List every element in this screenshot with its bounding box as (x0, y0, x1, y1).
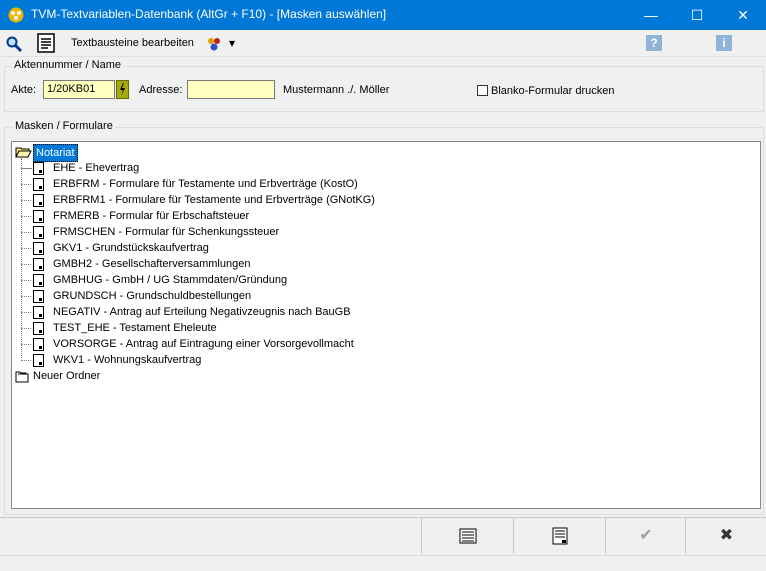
search-icon[interactable] (5, 33, 23, 55)
tree-item-label[interactable]: GRUNDSCH - Grundschuldbestellungen (53, 288, 251, 304)
tree-branch-line (21, 200, 31, 201)
title-bar: TVM-Textvariablen-Datenbank (AltGr + F10… (0, 0, 766, 30)
document-icon (33, 354, 44, 367)
tree-item-label[interactable]: VORSORGE - Antrag auf Eintragung einer V… (53, 336, 354, 352)
masken-group-label: Masken / Formulare (13, 120, 115, 132)
document-icon (33, 338, 44, 351)
ok-button[interactable]: ✔ (605, 518, 686, 554)
tree-item-label[interactable]: WKV1 - Wohnungskaufvertrag (53, 352, 201, 368)
app-icon (8, 7, 24, 23)
aktennummer-group-label: Aktennummer / Name (12, 59, 123, 71)
tree-branch-line (21, 216, 31, 217)
list-icon (459, 528, 477, 544)
blanko-label[interactable]: Blanko-Formular drucken (491, 85, 615, 97)
document-icon (33, 322, 44, 335)
akte-label: Akte: (11, 84, 37, 96)
document-icon (33, 242, 44, 255)
document-icon (33, 226, 44, 239)
tree-branch-line (21, 280, 31, 281)
status-bar (0, 555, 766, 571)
tree-item-label[interactable]: ERBFRM1 - Formulare für Testamente und E… (53, 192, 375, 208)
document-icon (33, 306, 44, 319)
masken-tree[interactable]: Notariat EHE - Ehevertrag ERBFRM - Formu… (11, 141, 761, 509)
document-icon (33, 258, 44, 271)
toolbar: Textbausteine bearbeiten ▾ ? i (0, 30, 766, 57)
adresse-label: Adresse: (139, 84, 183, 96)
tree-branch-line (21, 232, 31, 233)
document-icon (552, 527, 568, 545)
document-icon (33, 194, 44, 207)
tree-item-label[interactable]: EHE - Ehevertrag (53, 160, 139, 176)
tree-branch-line (21, 344, 31, 345)
tree-branch-line (21, 168, 31, 169)
open-document-button[interactable] (513, 518, 606, 554)
tree-item-label[interactable]: ERBFRM - Formulare für Testamente und Er… (53, 176, 358, 192)
adresse-input[interactable] (187, 80, 275, 99)
document-icon (33, 210, 44, 223)
info-icon[interactable]: i (716, 35, 732, 51)
tree-item-label[interactable]: FRMSCHEN - Formular für Schenkungssteuer (53, 224, 279, 240)
akte-lookup-button[interactable] (116, 80, 129, 99)
tree-item-label[interactable]: GKV1 - Grundstückskaufvertrag (53, 240, 209, 256)
window-title: TVM-Textvariablen-Datenbank (AltGr + F10… (31, 7, 387, 21)
open-folder-icon (15, 147, 32, 158)
tree-item-label[interactable]: GMBHUG - GmbH / UG Stammdaten/Gründung (53, 272, 287, 288)
document-icon (33, 178, 44, 191)
tree-item-label[interactable]: FRMERB - Formular für Erbschaftsteuer (53, 208, 249, 224)
akte-input[interactable]: 1/20KB01 (43, 80, 115, 99)
name-text: Mustermann ./. Möller (283, 84, 390, 96)
lightning-icon (120, 83, 125, 96)
blanko-checkbox[interactable] (477, 85, 488, 96)
document-icon (33, 162, 44, 175)
tree-branch-line (21, 248, 31, 249)
edit-textbausteine-button[interactable]: Textbausteine bearbeiten (71, 37, 194, 49)
document-list-icon[interactable] (36, 32, 56, 54)
tree-item-label[interactable]: GMBH2 - Gesellschafterversammlungen (53, 256, 250, 272)
document-icon (33, 290, 44, 303)
document-icon (33, 274, 44, 287)
tree-branch-line (21, 264, 31, 265)
help-icon[interactable]: ? (646, 35, 662, 51)
tree-item-label[interactable]: NEGATIV - Antrag auf Erteilung Negativze… (53, 304, 351, 320)
tree-branch-line (21, 184, 31, 185)
tree-branch-line (21, 312, 31, 313)
list-view-button[interactable] (421, 518, 514, 554)
chevron-down-icon[interactable]: ▾ (229, 36, 235, 50)
tree-folder-label[interactable]: Neuer Ordner (33, 368, 100, 384)
cancel-button[interactable]: ✖ (685, 518, 766, 554)
tree-branch-line (21, 296, 31, 297)
tree-item-label[interactable]: TEST_EHE - Testament Eheleute (53, 320, 217, 336)
maximize-button[interactable]: ☐ (674, 0, 720, 30)
minimize-button[interactable]: — (628, 0, 674, 30)
close-button[interactable]: ✕ (720, 0, 766, 30)
tree-branch-line (21, 360, 31, 361)
closed-folder-icon (15, 371, 29, 383)
users-icon[interactable] (205, 33, 223, 55)
tree-branch-line (21, 328, 31, 329)
